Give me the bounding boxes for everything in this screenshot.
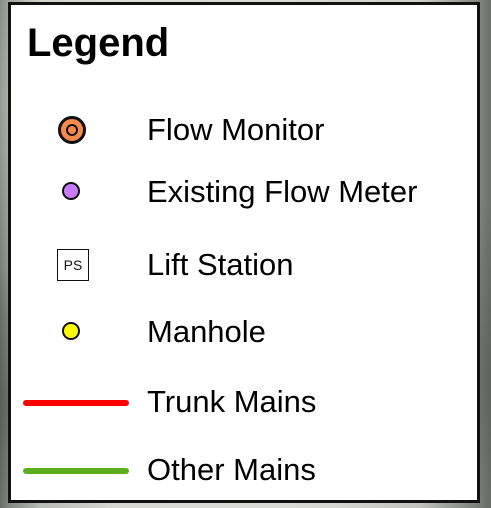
legend-panel: Legend Flow Monitor Existing Flow Meter … <box>8 2 480 503</box>
legend-title: Legend <box>27 21 170 65</box>
legend-item-existing-flow-meter: Existing Flow Meter <box>11 170 477 214</box>
existing-flow-meter-icon <box>62 182 80 200</box>
legend-label-flow-monitor: Flow Monitor <box>147 112 325 147</box>
legend-item-flow-monitor: Flow Monitor <box>11 108 477 152</box>
legend-label-manhole: Manhole <box>147 314 266 349</box>
legend-item-manhole: Manhole <box>11 310 477 354</box>
manhole-icon <box>62 322 80 340</box>
legend-label-trunk-mains: Trunk Mains <box>147 384 317 419</box>
legend-item-trunk-mains: Trunk Mains <box>11 380 477 424</box>
legend-item-other-mains: Other Mains <box>11 448 477 492</box>
legend-item-lift-station: PS Lift Station <box>11 243 477 287</box>
other-main-line-icon <box>23 468 129 474</box>
legend-label-lift-station: Lift Station <box>147 247 294 282</box>
trunk-main-line-icon <box>23 400 129 406</box>
legend-label-other-mains: Other Mains <box>147 452 316 487</box>
legend-label-existing-flow-meter: Existing Flow Meter <box>147 174 418 209</box>
lift-station-icon: PS <box>57 249 89 281</box>
flow-monitor-icon <box>58 116 86 144</box>
